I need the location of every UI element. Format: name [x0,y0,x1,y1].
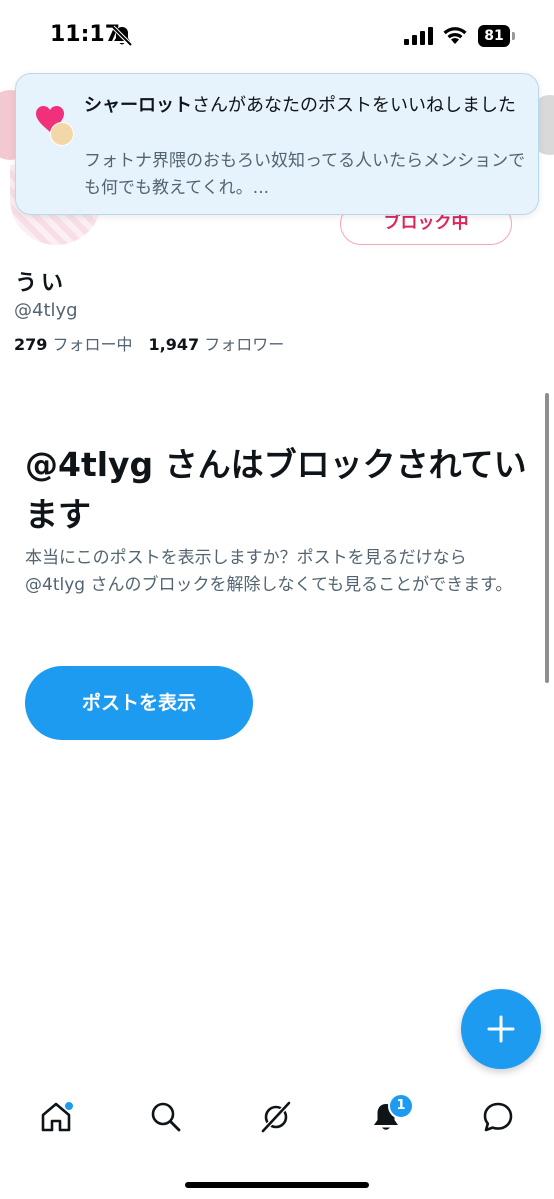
nav-home[interactable] [34,1095,78,1139]
bottom-navigation: 1 [0,1080,554,1160]
blocked-description: 本当にこのポストを表示しますか？ポストを見るだけなら @4tlyg さんのブロッ… [25,548,513,595]
grok-icon [261,1101,291,1133]
nav-notifications[interactable]: 1 [364,1093,414,1139]
following-link[interactable]: 279 フォロー中 [14,335,133,354]
notification-title: シャーロットさんがあなたのポストをいいねしました [84,92,524,119]
following-label: フォロー中 [52,335,133,354]
display-name: うい [15,271,68,296]
sender-avatar [50,122,74,146]
battery-cap [512,32,515,40]
notification-body: フォトナ界隈のおもろい奴知ってる人いたらメンションでも何でも教えてくれ。... [84,151,526,198]
search-icon [151,1102,181,1132]
nav-grok[interactable] [254,1095,298,1139]
followers-label: フォロワー [204,335,285,354]
battery-level: 81 [478,25,510,47]
battery-indicator: 81 [478,25,516,47]
plus-icon [487,1015,515,1043]
followers-link[interactable]: 1,947 フォロワー [149,335,285,354]
compose-button[interactable] [461,989,541,1069]
home-new-dot [64,1101,74,1111]
show-posts-button[interactable]: ポストを表示 [25,666,253,740]
status-bar: 11:17 81 [0,0,554,72]
home-indicator [185,1182,369,1188]
notification-sender: シャーロット [84,95,192,116]
status-time: 11:17 [50,22,121,47]
notification-action: さんがあなたのポストをいいねしました [192,95,516,116]
messages-icon [483,1102,513,1132]
nav-messages[interactable] [476,1095,520,1139]
nav-search[interactable] [144,1095,188,1139]
bell-slash-icon [111,25,133,47]
like-notification-banner[interactable]: シャーロットさんがあなたのポストをいいねしました フォトナ界隈のおもろい奴知って… [15,73,539,215]
scrollbar[interactable] [545,393,549,683]
followers-count: 1,947 [148,335,200,354]
follow-stats: 279 フォロー中 1,947 フォロワー [14,331,284,355]
cellular-signal-icon [404,27,433,45]
user-handle: @4tlyg [14,300,78,321]
notification-count-badge: 1 [388,1093,414,1119]
wifi-icon [443,27,467,44]
blocked-heading: @4tlyg さんはブロックされています [25,445,527,534]
following-count: 279 [14,335,48,354]
